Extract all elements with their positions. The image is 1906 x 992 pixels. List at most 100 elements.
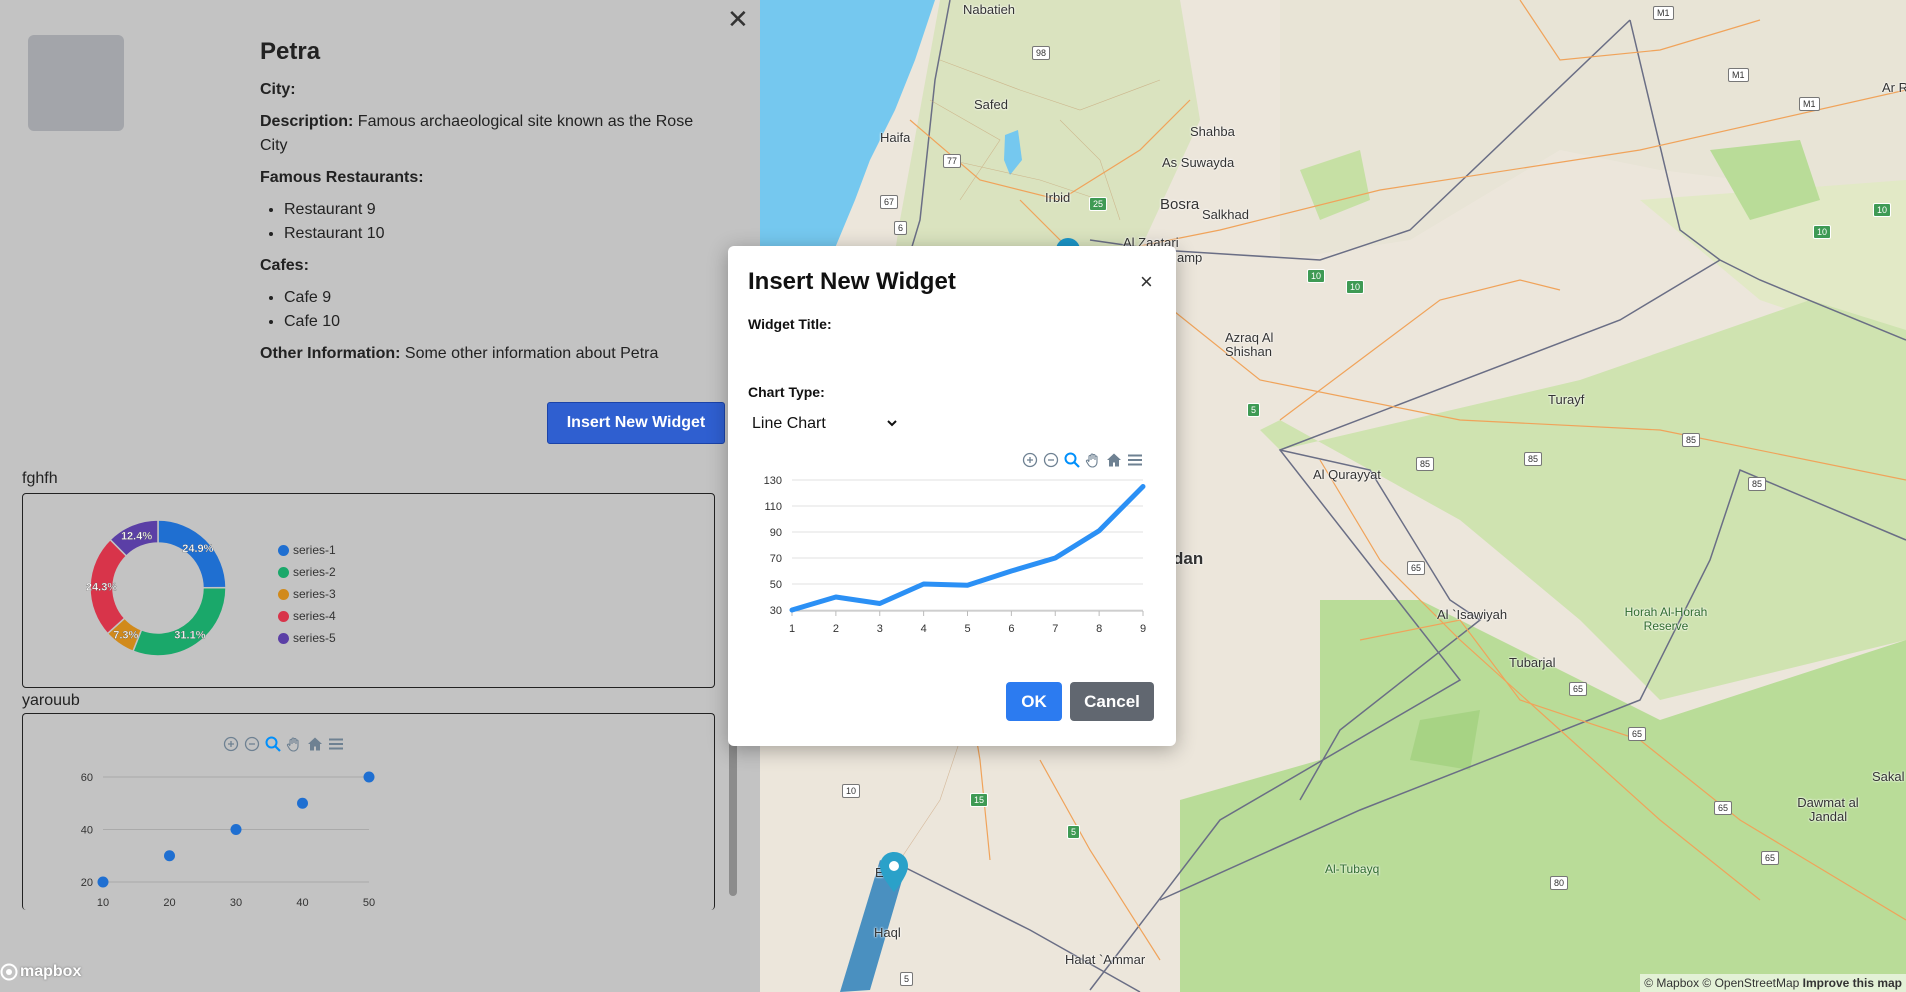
cafes-list: Cafe 9 Cafe 10 — [284, 286, 710, 334]
attribution-text[interactable]: © Mapbox © OpenStreetMap — [1644, 976, 1799, 990]
cancel-button[interactable]: Cancel — [1070, 682, 1154, 721]
place-label: Bosra — [1160, 196, 1200, 213]
road-shield: M1 — [1799, 97, 1820, 111]
y-tick-label: 70 — [770, 553, 782, 565]
modal-title: Insert New Widget — [748, 268, 956, 295]
x-tick-label: 40 — [296, 897, 308, 909]
road-shield: 10 — [1813, 225, 1832, 239]
scatter-point — [97, 876, 109, 888]
road-shield: 5 — [900, 972, 914, 986]
road-shield: 85 — [1416, 457, 1435, 471]
chart-type-select[interactable]: Line Chart — [748, 410, 900, 436]
widget-title: yarouub — [22, 692, 80, 709]
zoom-in-icon[interactable] — [1022, 452, 1038, 468]
place-label: Salkhad — [1202, 207, 1249, 222]
zoom-out-icon[interactable] — [1043, 452, 1059, 468]
cafes-label: Cafes: — [260, 254, 710, 278]
place-label: Ar R — [1882, 80, 1906, 95]
close-icon[interactable]: × — [1140, 271, 1153, 293]
place-label: Irbid — [1045, 190, 1071, 205]
road-shield: 65 — [1569, 682, 1588, 696]
y-tick-label: 110 — [764, 501, 782, 513]
cafes-heading: Cafes: — [260, 257, 309, 274]
insert-widget-modal: Insert New Widget × Widget Title: Chart … — [728, 246, 1176, 746]
place-label: Al-Tubayq — [1325, 862, 1380, 876]
scatter-widget[interactable]: 20 40 60 10 20 30 40 50 — [22, 713, 715, 910]
other-info-value: Some other information about Petra — [404, 345, 659, 362]
insert-widget-button[interactable]: Insert New Widget — [547, 402, 725, 444]
legend-item[interactable]: series-4 — [278, 605, 336, 627]
pie-widget[interactable]: 24.9% 31.1% 7.3% 24.3% 12.4% series-1 series-… — [22, 493, 715, 688]
legend-item[interactable]: series-5 — [278, 627, 336, 649]
place-label: Haifa — [880, 130, 911, 145]
chart-type-label: Chart Type: — [748, 384, 825, 400]
list-item: Restaurant 10 — [284, 222, 710, 246]
road-shield: 65 — [1407, 561, 1426, 575]
place-label: Al Qurayyat — [1313, 467, 1381, 482]
pie-data-label: 12.4% — [121, 531, 152, 543]
x-tick-label: 2 — [833, 623, 839, 635]
donut-chart: 24.9% 31.1% 7.3% 24.3% 12.4% — [86, 519, 227, 657]
place-info: Petra City: Description: Famous archaeol… — [260, 38, 710, 374]
x-tick-label: 7 — [1052, 623, 1058, 635]
place-title: Petra — [260, 38, 321, 65]
road-shield: M1 — [1728, 68, 1749, 82]
mapbox-logo-text: mapbox — [20, 963, 82, 980]
restaurants-label: Famous Restaurants: — [260, 166, 710, 190]
list-item: Cafe 9 — [284, 286, 710, 310]
legend-item[interactable]: series-3 — [278, 583, 336, 605]
road-shield: 5 — [1067, 825, 1081, 839]
pan-hand-icon[interactable] — [1085, 452, 1101, 468]
place-label: Azraq Al Shishan — [1225, 330, 1274, 359]
place-label: Shahba — [1190, 124, 1235, 139]
legend-label: series-4 — [293, 609, 336, 623]
y-tick-label: 50 — [770, 579, 782, 591]
place-label: dan — [1173, 549, 1204, 568]
close-icon[interactable]: ✕ — [727, 6, 749, 32]
restaurants-list: Restaurant 9 Restaurant 10 — [284, 198, 710, 246]
scrollbar[interactable] — [729, 736, 737, 896]
line-chart: 30 50 70 90 110 130 1 2 3 4 5 6 7 8 9 — [764, 475, 1146, 635]
place-label: amp — [1177, 250, 1203, 265]
place-label: Halat `Ammar — [1065, 952, 1146, 967]
legend-label: series-2 — [293, 565, 336, 579]
road-shield: 10 — [842, 784, 861, 798]
map-attribution: © Mapbox © OpenStreetMap Improve this ma… — [1640, 974, 1906, 992]
menu-icon[interactable] — [1127, 452, 1143, 468]
legend-label: series-1 — [293, 543, 336, 557]
place-label: Nabatieh — [963, 2, 1016, 17]
y-tick-label: 90 — [770, 527, 782, 539]
place-thumbnail — [28, 35, 124, 131]
mapbox-logo-icon — [0, 963, 18, 981]
road-shield: 10 — [1346, 280, 1365, 294]
road-shield: M1 — [1653, 6, 1674, 20]
zoom-select-icon[interactable] — [1064, 452, 1080, 468]
road-shield: 65 — [1628, 727, 1647, 741]
y-tick-label: 130 — [764, 475, 782, 487]
x-tick-label: 3 — [877, 623, 883, 635]
pie-data-label: 24.9% — [182, 543, 213, 555]
y-tick-label: 30 — [770, 605, 782, 617]
map-marker-icon[interactable] — [880, 852, 908, 892]
legend-item[interactable]: series-1 — [278, 539, 336, 561]
home-icon[interactable] — [1106, 452, 1122, 468]
improve-map-link[interactable]: Improve this map — [1803, 976, 1902, 990]
y-tick-label: 40 — [81, 825, 93, 837]
legend-item[interactable]: series-2 — [278, 561, 336, 583]
x-tick-label: 20 — [163, 897, 175, 909]
ok-button[interactable]: OK — [1006, 682, 1062, 721]
x-tick-label: 5 — [964, 623, 970, 635]
list-item: Restaurant 9 — [284, 198, 710, 222]
road-shield: 65 — [1761, 851, 1780, 865]
chart-toolbar — [1022, 452, 1143, 468]
widget-title: fghfh — [22, 470, 58, 487]
place-label: Al `Isawiyah — [1437, 607, 1508, 622]
place-label: As Suwayda — [1162, 155, 1235, 170]
legend-marker — [278, 544, 289, 556]
x-tick-label: 10 — [97, 897, 109, 909]
detail-panel: ✕ Petra City: Description: Famous archae… — [0, 0, 760, 992]
legend-label: series-3 — [293, 587, 336, 601]
road-shield: 65 — [1714, 801, 1733, 815]
x-tick-label: 50 — [363, 897, 375, 909]
scatter-point — [164, 850, 175, 862]
